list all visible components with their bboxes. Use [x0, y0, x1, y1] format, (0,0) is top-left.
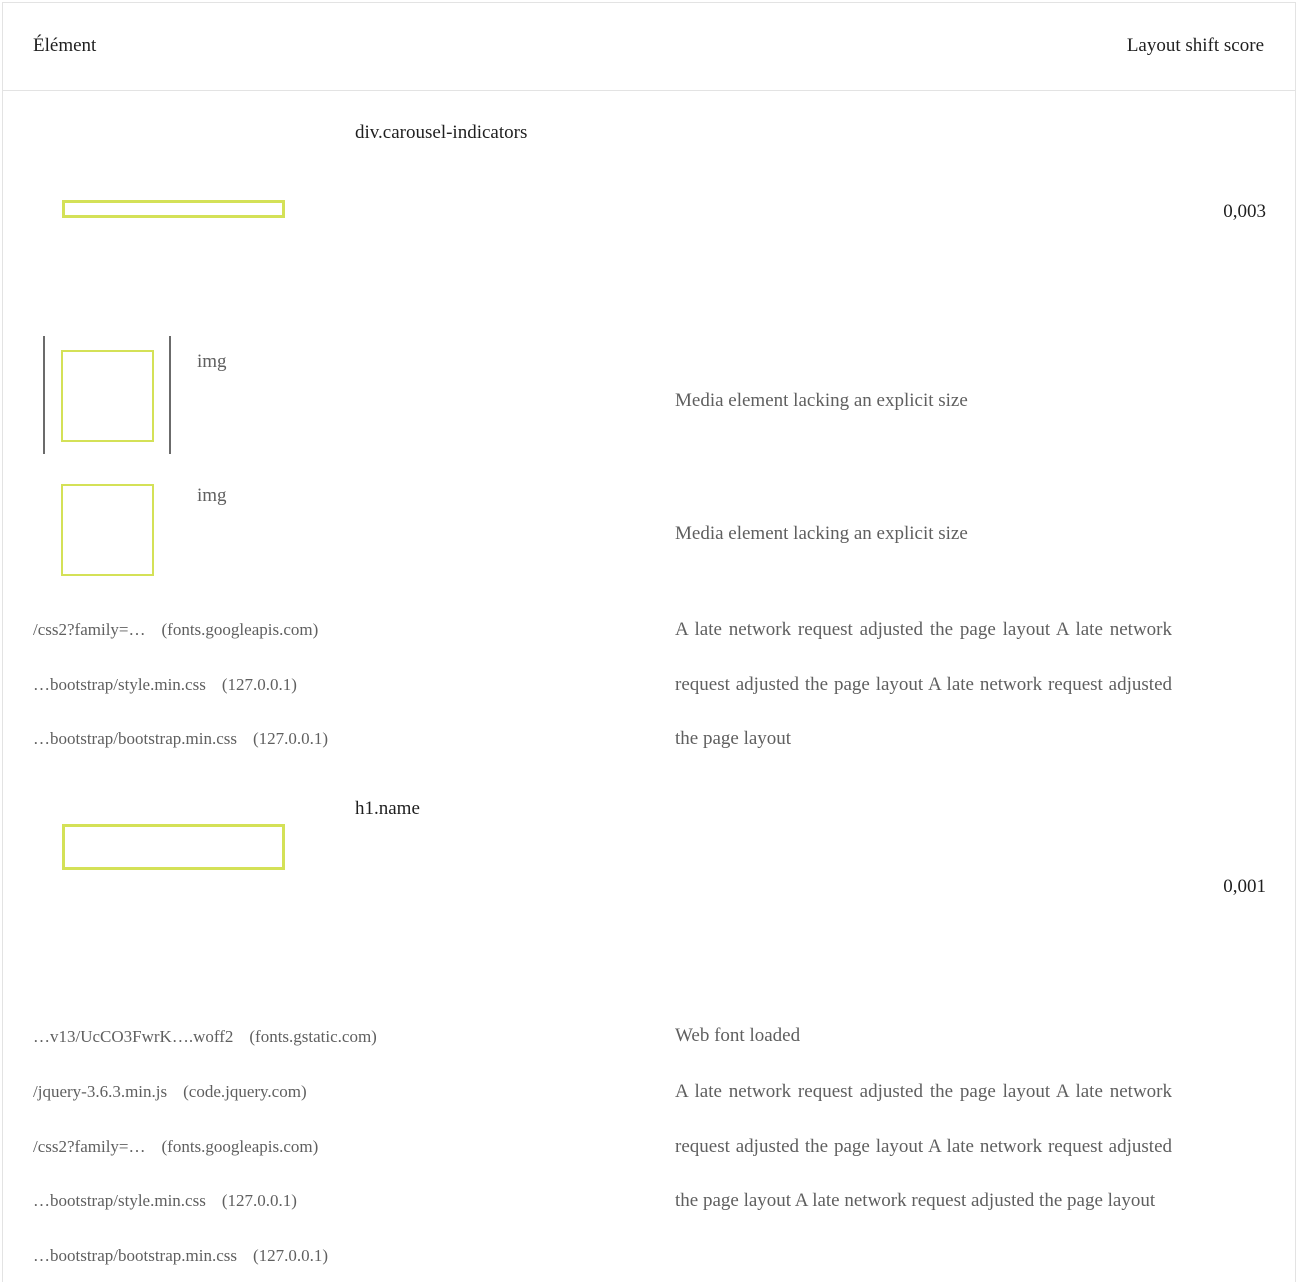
font-reason: Web font loaded — [675, 1025, 801, 1046]
request-origin: (127.0.0.1) — [252, 729, 329, 748]
font-request-item[interactable]: …v13/UcCO3FwrK….woff2 (fonts.gstatic.com) — [33, 1026, 377, 1048]
request-url[interactable]: /css2?family=… — [33, 1137, 146, 1156]
request-url[interactable]: …bootstrap/style.min.css — [33, 1191, 206, 1210]
element-selector[interactable]: h1.name — [355, 798, 420, 820]
request-origin: (fonts.gstatic.com) — [249, 1027, 377, 1046]
request-origin: (127.0.0.1) — [252, 1246, 329, 1265]
selection-right-border — [169, 336, 171, 454]
request-url[interactable]: …bootstrap/style.min.css — [33, 675, 206, 694]
request-url[interactable]: /jquery-3.6.3.min.js — [33, 1082, 167, 1101]
column-header-score: Layout shift score — [1126, 35, 1264, 56]
request-item[interactable]: …bootstrap/bootstrap.min.css (127.0.0.1) — [33, 728, 328, 750]
request-item[interactable]: …bootstrap/style.min.css (127.0.0.1) — [33, 1190, 297, 1212]
element-thumbnail — [62, 824, 285, 870]
request-item[interactable]: /jquery-3.6.3.min.js (code.jquery.com) — [33, 1081, 307, 1103]
column-header-element: Élément — [33, 35, 97, 56]
request-url[interactable]: …bootstrap/bootstrap.min.css — [33, 1246, 237, 1265]
request-origin: (fonts.googleapis.com) — [161, 1137, 319, 1156]
request-item[interactable]: …bootstrap/style.min.css (127.0.0.1) — [33, 674, 297, 696]
request-origin: (127.0.0.1) — [221, 1191, 297, 1210]
header-divider — [2, 90, 1296, 91]
request-url[interactable]: /css2?family=… — [33, 620, 146, 639]
element-thumbnail — [62, 200, 285, 218]
request-origin: (code.jquery.com) — [183, 1082, 307, 1101]
media-element-label[interactable]: img — [197, 485, 227, 507]
requests-reason: A late network request adjusted the page… — [675, 1081, 1172, 1211]
shift-score: 0,001 — [1223, 876, 1266, 897]
media-thumbnail — [61, 484, 154, 576]
request-origin: (127.0.0.1) — [221, 675, 297, 694]
request-item[interactable]: …bootstrap/bootstrap.min.css (127.0.0.1) — [33, 1245, 328, 1267]
media-reason: Media element lacking an explicit size — [675, 390, 968, 411]
media-thumbnail — [61, 350, 154, 442]
shift-score: 0,003 — [1223, 201, 1266, 222]
media-element-label[interactable]: img — [197, 351, 227, 373]
request-origin: (fonts.googleapis.com) — [161, 620, 319, 639]
element-selector[interactable]: div.carousel-indicators — [355, 122, 527, 144]
request-url[interactable]: …bootstrap/bootstrap.min.css — [33, 729, 237, 748]
request-item[interactable]: /css2?family=… (fonts.googleapis.com) — [33, 619, 318, 641]
requests-reason: A late network request adjusted the page… — [675, 619, 1172, 749]
request-url[interactable]: …v13/UcCO3FwrK….woff2 — [33, 1027, 233, 1046]
selection-left-border — [43, 336, 45, 454]
media-reason: Media element lacking an explicit size — [675, 523, 968, 544]
request-item[interactable]: /css2?family=… (fonts.googleapis.com) — [33, 1136, 318, 1158]
